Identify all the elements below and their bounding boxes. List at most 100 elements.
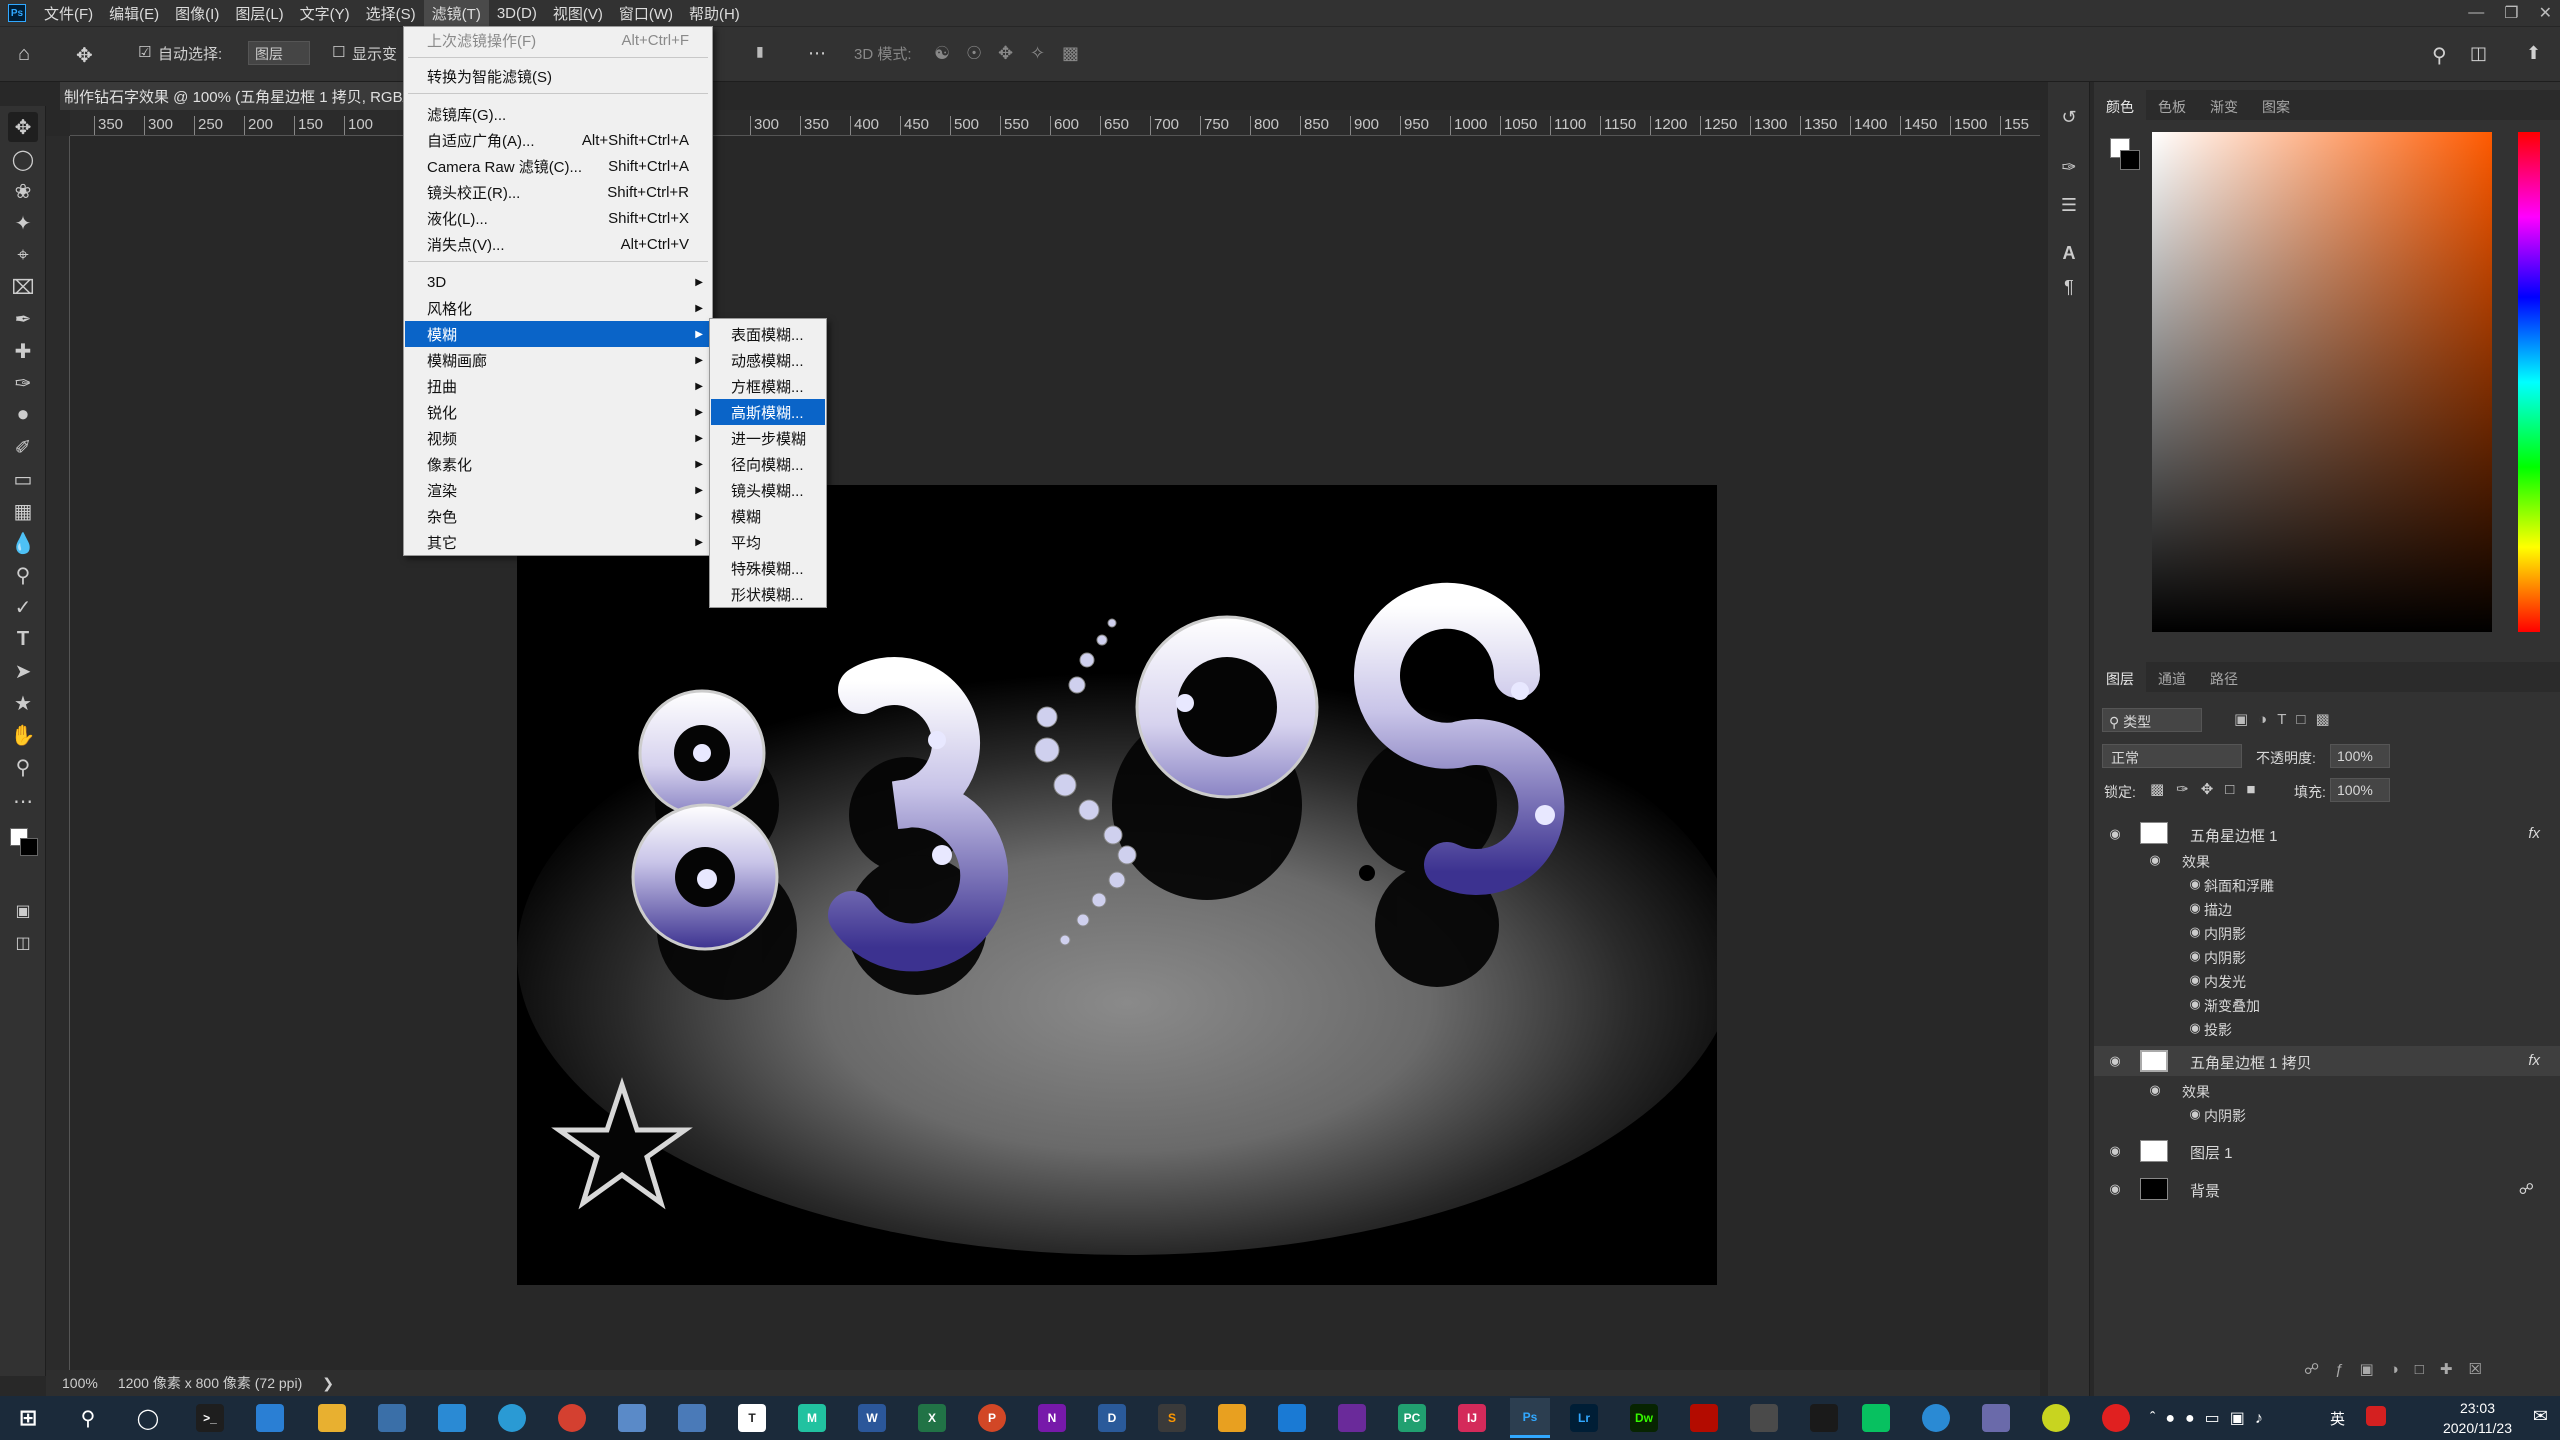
orbit-3d-icon[interactable]: ☯ (934, 43, 950, 64)
windows-start-icon[interactable]: ⊞ (14, 1404, 42, 1432)
menu-layer[interactable]: 图层(L) (227, 0, 291, 26)
submenu-item-average[interactable]: 平均 (711, 529, 825, 555)
pan-3d-icon[interactable]: ✥ (998, 43, 1013, 64)
menu-item-distort[interactable]: 扭曲 ▶ (405, 373, 711, 399)
fill-input[interactable]: 100% (2330, 778, 2390, 802)
quick-mask-icon[interactable]: ▣ (8, 896, 38, 926)
submenu-item-blur[interactable]: 模糊 (711, 503, 825, 529)
lock-icons[interactable]: ▩✑✥□■ (2150, 780, 2267, 798)
visual-studio-icon[interactable] (1338, 1404, 1366, 1432)
layer-filter-icons[interactable]: ▣◑T□▩ (2234, 710, 2340, 728)
vscode-icon[interactable] (1278, 1404, 1306, 1432)
more-tools-icon[interactable]: ⋯ (8, 786, 38, 816)
ime-indicator[interactable]: 英 (2330, 1408, 2345, 1429)
zoom-tool-icon[interactable]: ⚲ (8, 752, 38, 782)
wechat-icon[interactable] (1862, 1404, 1890, 1432)
menu-file[interactable]: 文件(F) (36, 0, 101, 26)
eraser-tool-icon[interactable]: ▭ (8, 464, 38, 494)
align-icon[interactable]: ▮ (756, 43, 764, 60)
effect-row[interactable]: ◉ 投影 (2094, 1016, 2560, 1040)
layer-name[interactable]: 图层 1 (2190, 1142, 2233, 1163)
character-icon[interactable]: A (2056, 240, 2082, 266)
submenu-item-radial-blur[interactable]: 径向模糊... (711, 451, 825, 477)
taskbar-app-photoshop[interactable]: Ps (1510, 1398, 1550, 1438)
tab-gradients[interactable]: 渐变 (2198, 90, 2250, 120)
show-transform-checkbox[interactable]: ☐ (332, 43, 345, 61)
menu-3d[interactable]: 3D(D) (489, 0, 545, 26)
layer-name[interactable]: 五角星边框 1 (2190, 825, 2278, 846)
brush-settings-icon[interactable]: ✑ (2056, 154, 2082, 180)
submenu-item-lens-blur[interactable]: 镜头模糊... (711, 477, 825, 503)
menu-item-video[interactable]: 视频 ▶ (405, 425, 711, 451)
visibility-eye-icon[interactable]: ◉ (2106, 825, 2124, 843)
layer-name[interactable]: 五角星边框 1 拷贝 (2190, 1052, 2312, 1073)
tab-swatches[interactable]: 色板 (2146, 90, 2198, 120)
tab-channels[interactable]: 通道 (2146, 662, 2198, 692)
hand-tool-icon[interactable]: ✋ (8, 720, 38, 750)
menu-item-other[interactable]: 其它 ▶ (405, 529, 711, 555)
acrobat-icon[interactable] (1690, 1404, 1718, 1432)
calculator-icon[interactable] (378, 1404, 406, 1432)
menu-item-sharpen[interactable]: 锐化 ▶ (405, 399, 711, 425)
restore-icon[interactable]: ❐ (2504, 3, 2518, 23)
menu-type[interactable]: 文字(Y) (292, 0, 358, 26)
app-tray-icon[interactable] (2366, 1406, 2386, 1426)
app-icon[interactable] (678, 1404, 706, 1432)
share-icon[interactable]: ⬆ (2526, 43, 2541, 64)
layer-filter-dropdown[interactable]: ⚲ 类型 (2102, 708, 2202, 732)
word-icon[interactable]: W (858, 1404, 886, 1432)
home-icon[interactable]: ⌂ (18, 43, 30, 66)
effects-eye-icon[interactable]: ◉ (2146, 851, 2164, 869)
menu-item-blur-gallery[interactable]: 模糊画廊 ▶ (405, 347, 711, 373)
lock-icon[interactable]: ☍ (2519, 1180, 2534, 1198)
effects-eye-icon[interactable]: ◉ (2146, 1081, 2164, 1099)
effect-row[interactable]: ◉ 内阴影 (2094, 920, 2560, 944)
pycharm-icon[interactable]: PC (1398, 1404, 1426, 1432)
color-field[interactable] (2152, 132, 2492, 632)
devcpp-icon[interactable]: D (1098, 1404, 1126, 1432)
effect-row[interactable]: ◉ 内阴影 (2094, 944, 2560, 968)
submenu-item-smart-blur[interactable]: 特殊模糊... (711, 555, 825, 581)
menu-window[interactable]: 窗口(W) (611, 0, 681, 26)
visibility-eye-icon[interactable]: ◉ (2106, 1052, 2124, 1070)
camera-3d-icon[interactable]: ▩ (1062, 43, 1079, 64)
menu-help[interactable]: 帮助(H) (681, 0, 748, 26)
history-brush-tool-icon[interactable]: ✐ (8, 432, 38, 462)
color-bg-swatch[interactable] (2120, 150, 2140, 170)
app-icon[interactable] (438, 1404, 466, 1432)
powerpoint-icon[interactable]: P (978, 1404, 1006, 1432)
submenu-item-gaussian-blur[interactable]: 高斯模糊... (711, 399, 825, 425)
workspace-icon[interactable]: ◫ (2470, 43, 2487, 64)
type-tool-icon[interactable]: T (8, 624, 38, 654)
search-icon[interactable]: ⚲ (74, 1404, 102, 1432)
menu-select[interactable]: 选择(S) (358, 0, 424, 26)
roll-3d-icon[interactable]: ☉ (966, 43, 982, 64)
menu-item-3d[interactable]: 3D ▶ (405, 269, 711, 295)
zoom-level[interactable]: 100% (62, 1375, 98, 1391)
edge-browser-icon[interactable] (498, 1404, 526, 1432)
submenu-item-box-blur[interactable]: 方框模糊... (711, 373, 825, 399)
document-canvas[interactable] (517, 485, 1717, 1285)
path-selection-tool-icon[interactable]: ➤ (8, 656, 38, 686)
opacity-input[interactable]: 100% (2330, 744, 2390, 768)
lasso-tool-icon[interactable]: ❀ (8, 176, 38, 206)
status-arrow-icon[interactable]: ❯ (322, 1375, 334, 1392)
file-explorer-icon[interactable] (318, 1404, 346, 1432)
effect-eye-icon[interactable]: ◉ (2186, 923, 2204, 941)
adjustments-icon[interactable]: ☰ (2056, 192, 2082, 218)
background-color-swatch[interactable] (20, 838, 38, 856)
layer-actions[interactable]: ☍ƒ▣◑□✚☒ (2304, 1360, 2498, 1378)
layer-row[interactable]: ◉ 五角星边框 1 fx (2094, 822, 2560, 846)
move-tool-icon[interactable]: ✥ (8, 112, 38, 142)
marquee-tool-icon[interactable]: ◯ (8, 144, 38, 174)
effect-eye-icon[interactable]: ◉ (2186, 995, 2204, 1013)
effect-row[interactable]: ◉ 内阴影 (2094, 1102, 2560, 1126)
layer-row[interactable]: ◉ 背景 ☍ (2094, 1174, 2560, 1204)
history-icon[interactable]: ↺ (2056, 104, 2082, 130)
app-icon[interactable] (256, 1404, 284, 1432)
app-icon[interactable] (1218, 1404, 1246, 1432)
tab-patterns[interactable]: 图案 (2250, 90, 2302, 120)
healing-brush-tool-icon[interactable]: ✚ (8, 336, 38, 366)
sublime-icon[interactable]: S (1158, 1404, 1186, 1432)
system-tray-icons[interactable]: ˆ●●▭▣♪ (2150, 1408, 2273, 1428)
